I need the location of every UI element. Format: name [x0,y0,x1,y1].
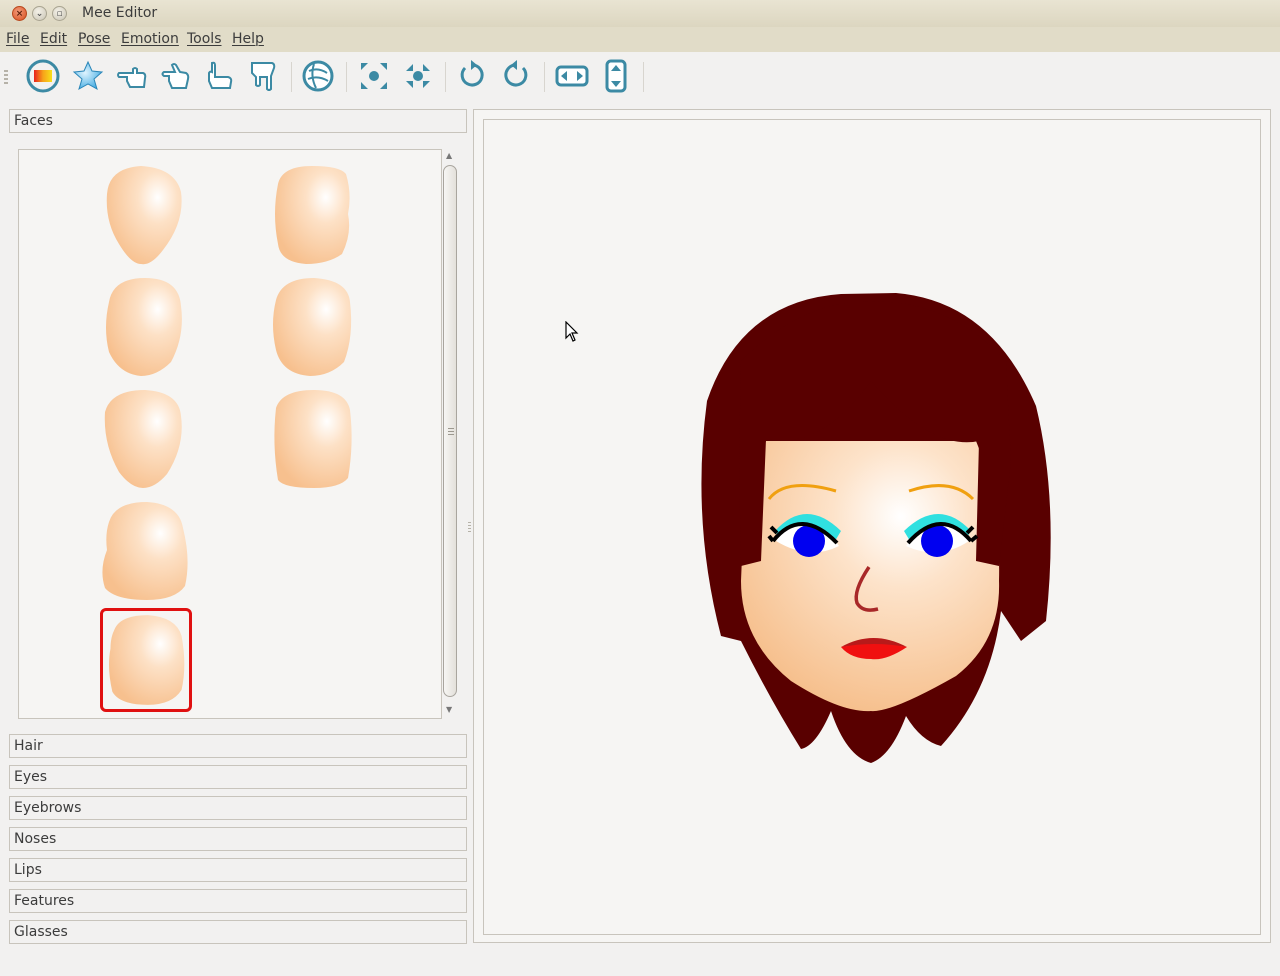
close-window-button[interactable]: × [12,6,27,21]
globe-icon [302,60,334,92]
scroll-up-arrow-icon[interactable]: ▲ [446,151,452,160]
toolbar-separator [346,62,347,92]
section-eyebrows-header[interactable]: Eyebrows [9,796,467,820]
color-palette-icon [26,59,60,93]
section-glasses-header[interactable]: Glasses [9,920,467,944]
pose-hand-left-button[interactable] [114,58,150,94]
title-bar: × ⌄ ▫ Mee Editor [0,0,1280,27]
zoom-out-icon [406,64,430,88]
zoom-in-icon [361,63,387,89]
menu-help[interactable]: Help [232,31,264,47]
pose-hand-down-button[interactable] [245,58,281,94]
face-shape-thumbnail [106,166,182,265]
pose-hand-thumb-button[interactable] [201,58,237,94]
section-features-header[interactable]: Features [9,889,467,913]
status-bar [0,952,1280,976]
menu-emotion[interactable]: Emotion [121,31,179,47]
mouse-cursor-icon [565,321,579,342]
face-shape-thumbnail [273,278,352,376]
rotate-right-icon [504,60,528,87]
face-option-3[interactable] [99,276,191,380]
scroll-down-arrow-icon[interactable]: ▼ [446,705,452,714]
toolbar-separator [445,62,446,92]
pose-hand-left-alt-button[interactable] [157,58,193,94]
pane-splitter-handle[interactable] [468,522,471,532]
toolbar-separator [643,62,644,92]
menu-edit[interactable]: Edit [40,31,67,47]
face-shape-thumbnail [104,390,182,488]
face-option-1[interactable] [99,164,191,268]
face-shape-thumbnail [274,390,352,488]
globe-button[interactable] [300,58,336,94]
face-shape-thumbnail [108,615,185,705]
faces-scrollbar[interactable]: ▲ ▼ [442,149,458,719]
menu-bar: File Edit Pose Emotion Tools Help [0,27,1280,52]
hand-point-down-icon [251,62,276,91]
section-noses-header[interactable]: Noses [9,827,467,851]
hand-thumb-icon [208,61,233,89]
minimize-window-button[interactable]: ⌄ [32,6,47,21]
section-hair-header[interactable]: Hair [9,734,467,758]
hand-point-left-icon [117,67,147,88]
face-shape-thumbnail [106,278,182,376]
menu-file[interactable]: File [6,31,29,47]
face-option-4[interactable] [268,276,360,380]
hand-point-left-alt-icon [161,63,190,89]
section-lips-header[interactable]: Lips [9,858,467,882]
flip-horizontal-icon [555,65,589,87]
star-icon [72,60,104,91]
thumb-grip-icon [448,428,454,435]
rotate-right-button[interactable] [498,58,534,94]
section-eyes-header[interactable]: Eyes [9,765,467,789]
color-palette-button[interactable] [25,58,61,94]
zoom-out-button[interactable] [400,58,436,94]
toolbar [0,52,1280,102]
avatar-canvas[interactable] [483,119,1261,935]
maximize-window-button[interactable]: ▫ [52,6,67,21]
star-button[interactable] [70,58,106,94]
face [741,441,1000,712]
face-option-6[interactable] [268,388,360,492]
face-option-2[interactable] [268,164,360,268]
flip-horizontal-button[interactable] [554,58,590,94]
rotate-left-icon [460,60,484,87]
avatar-drawing [701,293,1051,763]
face-shape-thumbnail [275,166,350,264]
flip-vertical-icon [605,59,627,93]
face-shape-thumbnail [102,502,188,600]
menu-pose[interactable]: Pose [78,31,110,47]
rotate-left-button[interactable] [454,58,490,94]
scrollbar-thumb[interactable] [443,165,457,697]
faces-gallery [18,149,442,719]
toolbar-separator [291,62,292,92]
toolbar-grip[interactable] [4,70,8,84]
flip-vertical-button[interactable] [598,58,634,94]
window-title: Mee Editor [82,5,158,21]
zoom-in-button[interactable] [356,58,392,94]
toolbar-separator [544,62,545,92]
face-option-7[interactable] [99,500,191,604]
menu-tools[interactable]: Tools [187,31,222,47]
section-faces-header[interactable]: Faces [9,109,467,133]
face-option-8-selected[interactable] [100,608,192,712]
face-option-5[interactable] [99,388,191,492]
